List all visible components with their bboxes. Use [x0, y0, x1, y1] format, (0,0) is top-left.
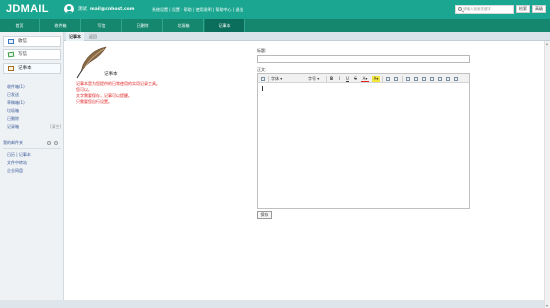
avatar-head — [67, 6, 71, 10]
notebook-description-line: 记事本是为您提供的日常使用的实用记录工具。 — [76, 81, 160, 86]
toolbar-separator — [382, 75, 383, 82]
indent-icon[interactable] — [430, 76, 434, 81]
nav-item-home[interactable]: 首页 — [0, 19, 40, 32]
vertical-scrollbar[interactable] — [544, 41, 550, 308]
notebook-icon — [8, 66, 14, 71]
search-input[interactable] — [463, 5, 513, 13]
sidebar-divider — [3, 148, 61, 149]
receive-mail-label: 收信 — [18, 39, 27, 44]
tab-notebook[interactable]: 记事本 — [66, 32, 84, 41]
unordered-list-icon[interactable] — [414, 76, 418, 81]
compose-button[interactable]: 写信 — [3, 49, 61, 60]
font-size-label: 字号 — [308, 75, 316, 81]
advanced-search-button[interactable]: 高级 — [532, 5, 546, 13]
sidebar-item-deleted[interactable]: 已删除 — [7, 116, 19, 121]
nav-item-compose[interactable]: 写信 — [82, 19, 122, 32]
manage-folder-icon[interactable] — [54, 140, 58, 145]
notebook-description-line: 只需要您自行设置。 — [76, 99, 112, 104]
sidebar-item-junk[interactable]: 垃圾箱 — [7, 108, 19, 113]
text-caret — [262, 86, 263, 91]
app-logo: JDMAIL — [6, 3, 49, 15]
top-header: JDMAIL 测试 mail@cnhost.com 系统设置 | 设置 · 帮助… — [0, 0, 550, 19]
title-label: 标题: — [257, 48, 267, 53]
nav-item-deleted[interactable]: 已删除 — [123, 19, 163, 32]
user-name: 测试 — [78, 7, 87, 12]
outdent-icon[interactable] — [422, 76, 426, 81]
strikethrough-icon[interactable]: S — [353, 76, 358, 82]
user-email: mail@cnhost.com — [90, 7, 135, 12]
content-tabbar: 记事本 返回 — [64, 32, 550, 41]
align-right-icon[interactable] — [454, 76, 458, 81]
user-avatar[interactable] — [64, 4, 74, 14]
nav-item-notebook[interactable]: 记事本 — [205, 19, 245, 32]
empty-records-link[interactable]: [清空] — [50, 124, 61, 129]
editor-toolbar: 字体 ▾ 字号 ▾ B I U S A▾ A▾ — [258, 74, 469, 83]
title-input[interactable] — [257, 55, 470, 63]
notebook-button[interactable]: 记事本 — [3, 63, 61, 74]
scroll-down-icon[interactable] — [545, 303, 550, 308]
bold-icon[interactable]: B — [329, 76, 334, 82]
nav-item-junk[interactable]: 垃圾箱 — [164, 19, 204, 32]
underline-icon[interactable]: U — [345, 76, 350, 82]
sidebar-item-file-transfer[interactable]: 文件中转站 — [7, 160, 27, 165]
nav-item-inbox[interactable]: 收件箱 — [41, 19, 81, 32]
highlight-color-icon[interactable]: A▾ — [372, 75, 380, 82]
receive-mail-button[interactable]: 收信 — [3, 36, 61, 47]
ordered-list-icon[interactable] — [406, 76, 410, 81]
toolbar-separator — [326, 75, 327, 82]
search-box — [455, 4, 514, 14]
notebook-description-line: 您可以。 — [76, 87, 92, 92]
source-icon[interactable] — [261, 76, 265, 81]
sidebar-item-sent[interactable]: 已发送 — [7, 92, 19, 97]
font-family-select[interactable]: 字体 ▾ — [271, 76, 301, 82]
link-icon[interactable] — [386, 76, 390, 81]
notebook-label: 记事本 — [18, 66, 32, 71]
align-left-icon[interactable] — [438, 76, 442, 81]
sidebar-item-inbox[interactable]: 收件箱(1) — [7, 84, 25, 89]
scroll-up-icon[interactable] — [545, 41, 550, 46]
italic-icon[interactable]: I — [337, 76, 342, 82]
rich-text-editor[interactable]: 字体 ▾ 字号 ▾ B I U S A▾ A▾ — [257, 73, 470, 209]
content-label: 正文: — [257, 67, 267, 72]
header-links[interactable]: 系统设置 | 设置 · 帮助 | 使用说明 | 帮助中心 | 退出 — [152, 7, 243, 12]
bottom-strip — [0, 300, 544, 308]
main-nav: 首页 收件箱 写信 已删除 垃圾箱 记事本 — [0, 19, 550, 32]
font-family-label: 字体 — [271, 75, 279, 81]
my-folders-toggle[interactable]: 我的邮件夹 — [3, 140, 23, 145]
image-icon[interactable] — [394, 76, 398, 81]
search-icon — [457, 7, 462, 11]
sidebar-item-records[interactable]: 记录箱 — [7, 124, 19, 129]
add-folder-icon[interactable] — [47, 140, 51, 145]
compose-label: 写信 — [18, 52, 27, 57]
sidebar-item-calendar[interactable]: 日历 | 记事本 — [7, 152, 31, 157]
save-button[interactable]: 保存 — [257, 211, 272, 219]
font-color-icon[interactable]: A▾ — [361, 76, 369, 82]
search-button[interactable]: 检索 — [516, 5, 530, 13]
avatar-body — [65, 10, 73, 14]
notebook-heading: 记事本 — [104, 72, 118, 77]
notebook-description-line: 文字需要保存，记事可以提醒。 — [76, 93, 132, 98]
font-size-select[interactable]: 字号 ▾ — [308, 76, 324, 82]
sidebar-item-drafts[interactable]: 草稿箱(1) — [7, 100, 25, 105]
toolbar-separator — [268, 75, 269, 82]
back-link[interactable]: 返回 — [89, 32, 97, 41]
sidebar-item-cloud-drive[interactable]: 企业网盘 — [7, 168, 23, 173]
compose-icon — [7, 51, 15, 58]
sidebar: 收信 写信 记事本 收件箱(1) 已发送 草稿箱(1) 垃圾箱 已删除 记录箱 … — [0, 32, 64, 308]
inbox-icon — [8, 39, 14, 44]
align-center-icon[interactable] — [446, 76, 450, 81]
toolbar-separator — [402, 75, 403, 82]
